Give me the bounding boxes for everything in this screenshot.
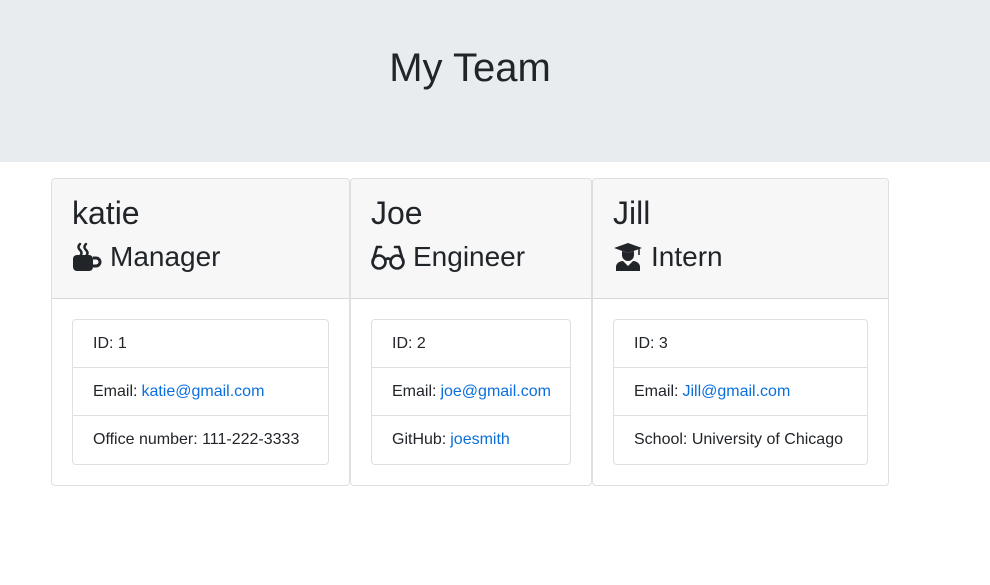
card-body: ID: 3 Email: Jill@gmail.com School: Univ… — [593, 299, 888, 465]
employee-name: Joe — [371, 195, 423, 231]
employee-id: ID: 1 — [73, 320, 328, 368]
email-label: Email: — [634, 382, 679, 400]
graduate-icon — [614, 243, 642, 271]
glasses-icon — [371, 245, 405, 270]
role-label: Engineer — [413, 241, 526, 272]
email-link[interactable]: katie@gmail.com — [141, 383, 264, 401]
employee-card-engineer: Joe Engineer ID: 2 Email: joe@gmail.com … — [350, 178, 592, 486]
card-body: ID: 2 Email: joe@gmail.com GitHub: joesm… — [351, 299, 591, 465]
card-header: katie Manager — [52, 179, 349, 299]
employee-details: ID: 3 Email: Jill@gmail.com School: Univ… — [613, 319, 868, 465]
page-header: My Team — [0, 0, 990, 162]
mug-hot-icon — [73, 242, 102, 271]
role-label: Manager — [110, 241, 221, 272]
employee-card-intern: Jill Intern ID: 3 Email: Jill@gmail.com … — [592, 178, 889, 486]
employee-email-row: Email: katie@gmail.com — [73, 368, 328, 416]
school: School: University of Chicago — [634, 431, 843, 448]
employee-email-row: Email: joe@gmail.com — [372, 368, 570, 416]
employee-role: Intern — [613, 239, 868, 275]
github-link[interactable]: joesmith — [450, 431, 510, 449]
employee-role: Engineer — [371, 239, 571, 275]
email-link[interactable]: Jill@gmail.com — [682, 383, 790, 401]
employee-details: ID: 2 Email: joe@gmail.com GitHub: joesm… — [371, 319, 571, 465]
employee-details: ID: 1 Email: katie@gmail.com Office numb… — [72, 319, 329, 465]
role-label: Intern — [651, 241, 723, 272]
github-label: GitHub: — [392, 431, 447, 448]
employee-role: Manager — [72, 239, 329, 275]
employee-card-manager: katie Manager ID: 1 Email: katie@gmail.c… — [51, 178, 350, 486]
email-link[interactable]: joe@gmail.com — [440, 383, 551, 401]
employee-name: katie — [72, 195, 140, 231]
email-label: Email: — [392, 382, 437, 400]
employee-id: ID: 3 — [614, 320, 867, 368]
card-header: Joe Engineer — [351, 179, 591, 299]
card-body: ID: 1 Email: katie@gmail.com Office numb… — [52, 299, 349, 465]
employee-id: ID: 2 — [372, 320, 570, 368]
github-row: GitHub: joesmith — [372, 416, 570, 464]
email-label: Email: — [93, 382, 138, 400]
employee-email-row: Email: Jill@gmail.com — [614, 368, 867, 416]
page-title: My Team — [389, 46, 551, 90]
card-header: Jill Intern — [593, 179, 888, 299]
office-number: Office number: 111-222-3333 — [93, 431, 300, 448]
employee-name: Jill — [613, 195, 651, 231]
